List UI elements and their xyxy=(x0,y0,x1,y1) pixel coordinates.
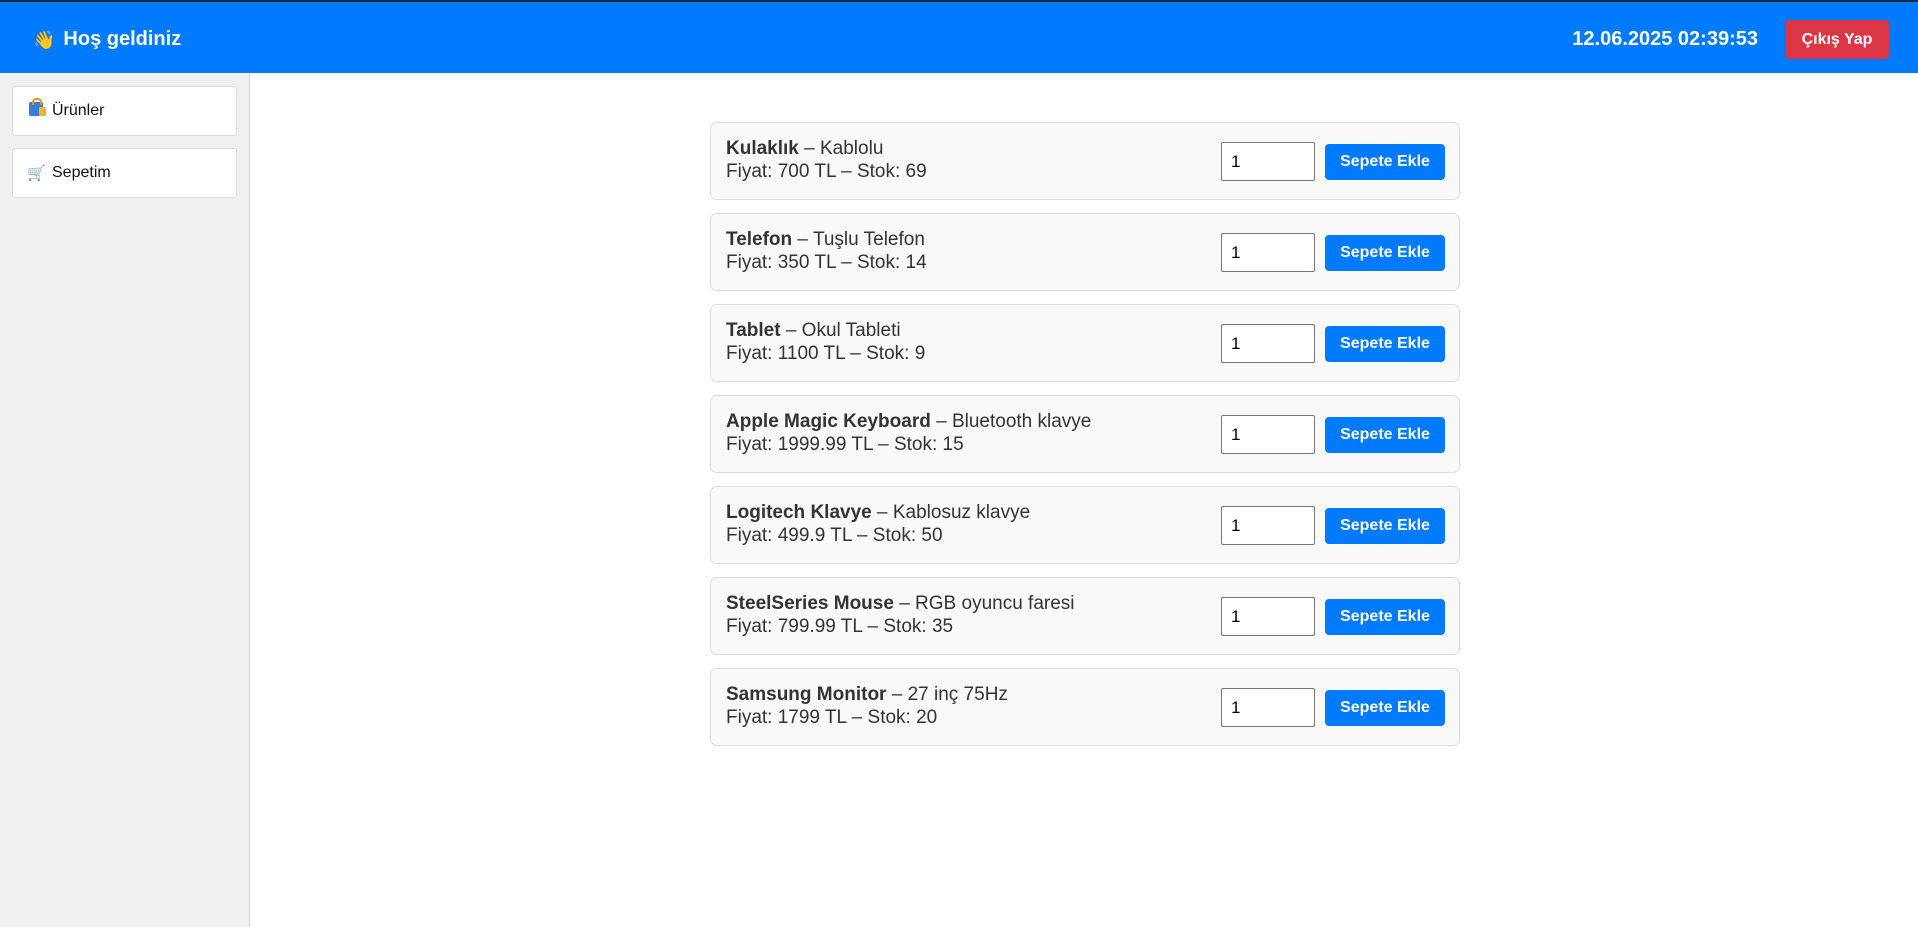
sidebar-item-label: Ürünler xyxy=(52,102,105,119)
product-separator: – xyxy=(893,593,916,614)
product-description: Kablosuz klavye xyxy=(892,502,1031,523)
product-info: SteelSeries Mouse – RGB oyuncu faresi Fi… xyxy=(726,592,1075,638)
product-separator: – xyxy=(886,684,908,705)
quantity-input[interactable] xyxy=(1221,415,1315,454)
product-name: Kulaklık xyxy=(726,138,799,159)
product-card: Kulaklık – Kablolu Fiyat: 700 TL – Stok:… xyxy=(710,122,1460,200)
product-info: Telefon – Tuşlu Telefon Fiyat: 350 TL – … xyxy=(726,228,927,274)
product-separator: – xyxy=(780,320,802,341)
product-separator: – xyxy=(798,138,820,159)
product-name: Logitech Klavye xyxy=(726,502,872,523)
product-name: SteelSeries Mouse xyxy=(726,593,894,614)
product-info: Samsung Monitor – 27 inç 75Hz Fiyat: 179… xyxy=(726,683,1008,729)
product-card: Logitech Klavye – Kablosuz klavye Fiyat:… xyxy=(710,486,1460,564)
sidebar-item-products[interactable]: Ürünler xyxy=(12,86,237,136)
product-description: Okul Tableti xyxy=(801,320,901,341)
top-bar: 👋 Hoş geldiniz 12.06.2025 02:39:53 Çıkış… xyxy=(0,0,1918,73)
add-to-cart-button[interactable]: Sepete Ekle xyxy=(1325,326,1445,362)
product-list: Kulaklık – Kablolu Fiyat: 700 TL – Stok:… xyxy=(710,122,1460,759)
shopping-bags-icon xyxy=(27,98,46,120)
product-description: Bluetooth klavye xyxy=(951,411,1092,432)
add-to-cart-button[interactable]: Sepete Ekle xyxy=(1325,599,1445,635)
product-price-stock: Fiyat: 1999.99 TL – Stok: 15 xyxy=(726,434,964,455)
product-info: Kulaklık – Kablolu Fiyat: 700 TL – Stok:… xyxy=(726,137,927,183)
product-description: RGB oyuncu faresi xyxy=(915,593,1075,614)
datetime-display: 12.06.2025 02:39:53 xyxy=(1572,28,1758,50)
quantity-input[interactable] xyxy=(1221,324,1315,363)
product-separator: – xyxy=(930,411,952,432)
sidebar: Ürünler 🛒 Sepetim xyxy=(0,73,250,927)
product-separator: – xyxy=(871,502,893,523)
product-title-line: SteelSeries Mouse – RGB oyuncu faresi xyxy=(726,592,1075,615)
product-separator: – xyxy=(792,229,813,250)
add-to-cart-button[interactable]: Sepete Ekle xyxy=(1325,690,1445,726)
product-name: Samsung Monitor xyxy=(726,684,887,705)
sidebar-item-label: Sepetim xyxy=(52,164,111,181)
add-to-cart-button[interactable]: Sepete Ekle xyxy=(1325,508,1445,544)
product-card: Telefon – Tuşlu Telefon Fiyat: 350 TL – … xyxy=(710,213,1460,291)
product-card: Samsung Monitor – 27 inç 75Hz Fiyat: 179… xyxy=(710,668,1460,746)
product-info: Apple Magic Keyboard – Bluetooth klavye … xyxy=(726,410,1091,456)
sidebar-item-cart[interactable]: 🛒 Sepetim xyxy=(12,148,237,198)
quantity-input[interactable] xyxy=(1221,597,1315,636)
product-price-stock: Fiyat: 700 TL – Stok: 69 xyxy=(726,161,927,182)
product-title-line: Tablet – Okul Tableti xyxy=(726,319,925,342)
product-name: Apple Magic Keyboard xyxy=(726,411,931,432)
product-title-line: Logitech Klavye – Kablosuz klavye xyxy=(726,501,1030,524)
product-card: Tablet – Okul Tableti Fiyat: 1100 TL – S… xyxy=(710,304,1460,382)
quantity-input[interactable] xyxy=(1221,142,1315,181)
product-name: Tablet xyxy=(726,320,781,341)
logout-button[interactable]: Çıkış Yap xyxy=(1785,20,1889,59)
add-to-cart-button[interactable]: Sepete Ekle xyxy=(1325,144,1445,180)
product-price-stock: Fiyat: 1799 TL – Stok: 20 xyxy=(726,707,938,728)
product-price-stock: Fiyat: 799.99 TL – Stok: 35 xyxy=(726,616,954,637)
product-title-line: Apple Magic Keyboard – Bluetooth klavye xyxy=(726,410,1091,433)
welcome-title: 👋 Hoş geldiniz xyxy=(33,28,181,51)
welcome-text: Hoş geldiniz xyxy=(63,28,182,50)
product-price-stock: Fiyat: 499.9 TL – Stok: 50 xyxy=(726,525,943,546)
product-card: SteelSeries Mouse – RGB oyuncu faresi Fi… xyxy=(710,577,1460,655)
product-description: 27 inç 75Hz xyxy=(907,684,1008,705)
quantity-input[interactable] xyxy=(1221,233,1315,272)
main-content: Kulaklık – Kablolu Fiyat: 700 TL – Stok:… xyxy=(251,73,1918,927)
product-price-stock: Fiyat: 350 TL – Stok: 14 xyxy=(726,252,927,273)
shopping-cart-icon: 🛒 xyxy=(27,165,46,182)
product-description: Kablolu xyxy=(820,138,884,159)
product-name: Telefon xyxy=(726,229,793,250)
product-title-line: Telefon – Tuşlu Telefon xyxy=(726,228,927,251)
waving-hand-icon: 👋 xyxy=(33,29,56,50)
product-title-line: Kulaklık – Kablolu xyxy=(726,137,927,160)
product-description: Tuşlu Telefon xyxy=(812,229,925,250)
add-to-cart-button[interactable]: Sepete Ekle xyxy=(1325,235,1445,271)
product-title-line: Samsung Monitor – 27 inç 75Hz xyxy=(726,683,1008,706)
quantity-input[interactable] xyxy=(1221,688,1315,727)
add-to-cart-button[interactable]: Sepete Ekle xyxy=(1325,417,1445,453)
quantity-input[interactable] xyxy=(1221,506,1315,545)
product-info: Tablet – Okul Tableti Fiyat: 1100 TL – S… xyxy=(726,319,925,365)
product-info: Logitech Klavye – Kablosuz klavye Fiyat:… xyxy=(726,501,1030,547)
product-card: Apple Magic Keyboard – Bluetooth klavye … xyxy=(710,395,1460,473)
product-price-stock: Fiyat: 1100 TL – Stok: 9 xyxy=(726,343,926,364)
